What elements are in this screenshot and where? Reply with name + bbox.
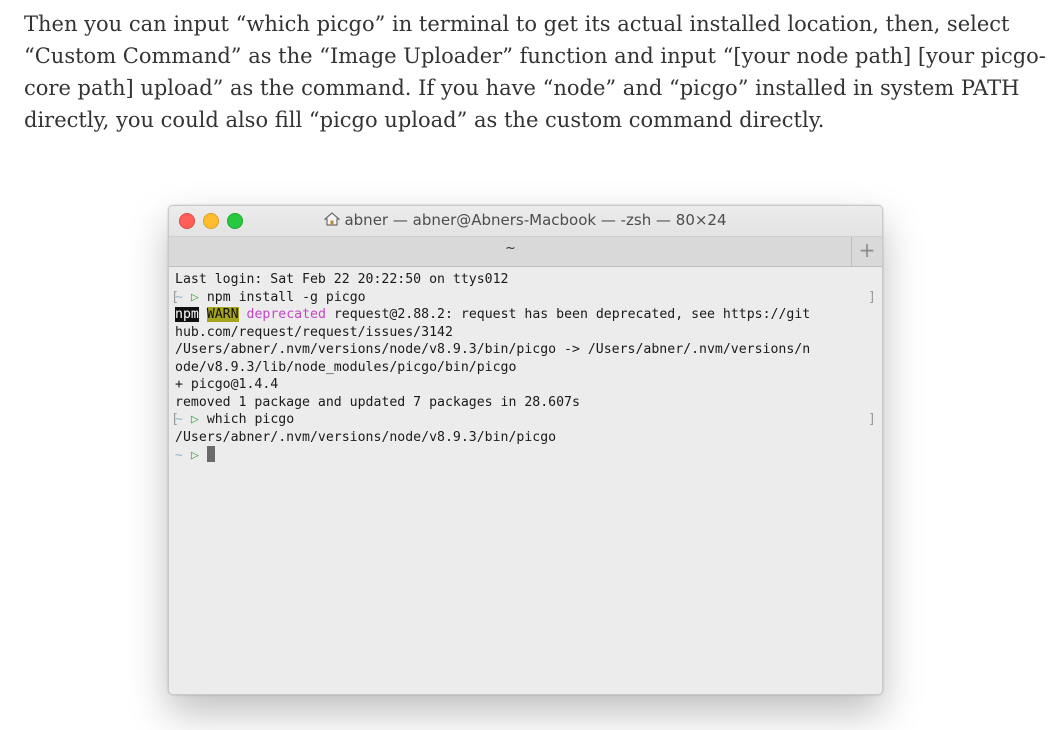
terminal-window: abner — abner@Abners-Macbook — -zsh — 80… xyxy=(168,205,883,695)
terminal-command: npm install -g picgo xyxy=(206,289,366,305)
terminal-line: ode/v8.9.3/lib/node_modules/picgo/bin/pi… xyxy=(175,359,517,375)
prompt-bracket-close: ] xyxy=(868,412,876,427)
article-line: directly, you could also fill “picgo upl… xyxy=(24,108,825,132)
window-titlebar[interactable]: abner — abner@Abners-Macbook — -zsh — 80… xyxy=(169,206,882,236)
terminal-line: hub.com/request/request/issues/3142 xyxy=(175,324,453,340)
terminal-prompt-line: [~ ▷ npm install -g picgo] xyxy=(171,289,882,307)
article-paragraph: Then you can input “which picgo” in term… xyxy=(24,8,1046,136)
tab-bar: ~ + xyxy=(169,236,882,267)
prompt-bracket-open: [ xyxy=(171,289,179,305)
terminal-prompt-line: [~ ▷ which picgo] xyxy=(171,411,882,429)
warn-badge: WARN xyxy=(206,307,239,322)
prompt-arrow-icon: ▷ xyxy=(190,448,199,463)
tab-current[interactable]: ~ xyxy=(169,241,852,256)
terminal-line: + picgo@1.4.4 xyxy=(175,377,279,392)
prompt-tilde: ~ xyxy=(175,448,183,463)
terminal-cursor xyxy=(206,446,215,462)
prompt-bracket-open: [ xyxy=(171,412,179,427)
window-title: abner — abner@Abners-Macbook — -zsh — 80… xyxy=(169,211,882,229)
npm-badge: npm xyxy=(175,307,199,322)
prompt-bracket-close: ] xyxy=(868,289,876,305)
terminal-output[interactable]: Last login: Sat Feb 22 20:22:50 on ttys0… xyxy=(169,267,882,694)
article-line: core path] upload” as the command. If yo… xyxy=(24,76,1020,100)
terminal-active-prompt: ~ ▷ xyxy=(175,446,882,464)
deprecated-label: deprecated xyxy=(246,307,326,322)
terminal-line: /Users/abner/.nvm/versions/node/v8.9.3/b… xyxy=(175,429,557,445)
prompt-arrow-icon: ▷ xyxy=(190,289,199,305)
terminal-warn-line: npm WARN deprecated request@2.88.2: requ… xyxy=(175,306,882,324)
article-line: Then you can input “which picgo” in term… xyxy=(24,12,1010,36)
terminal-line: removed 1 package and updated 7 packages… xyxy=(175,394,580,410)
warn-message: request@2.88.2: request has been depreca… xyxy=(325,307,811,322)
terminal-line: /Users/abner/.nvm/versions/node/v8.9.3/b… xyxy=(175,342,811,357)
article-line: “Custom Command” as the “Image Uploader”… xyxy=(24,44,1046,68)
new-tab-button[interactable]: + xyxy=(851,237,882,266)
terminal-line: Last login: Sat Feb 22 20:22:50 on ttys0… xyxy=(175,272,509,287)
window-title-text: abner — abner@Abners-Macbook — -zsh — 80… xyxy=(344,211,727,229)
terminal-command: which picgo xyxy=(206,412,295,427)
home-icon xyxy=(324,212,341,226)
prompt-arrow-icon: ▷ xyxy=(190,412,199,427)
